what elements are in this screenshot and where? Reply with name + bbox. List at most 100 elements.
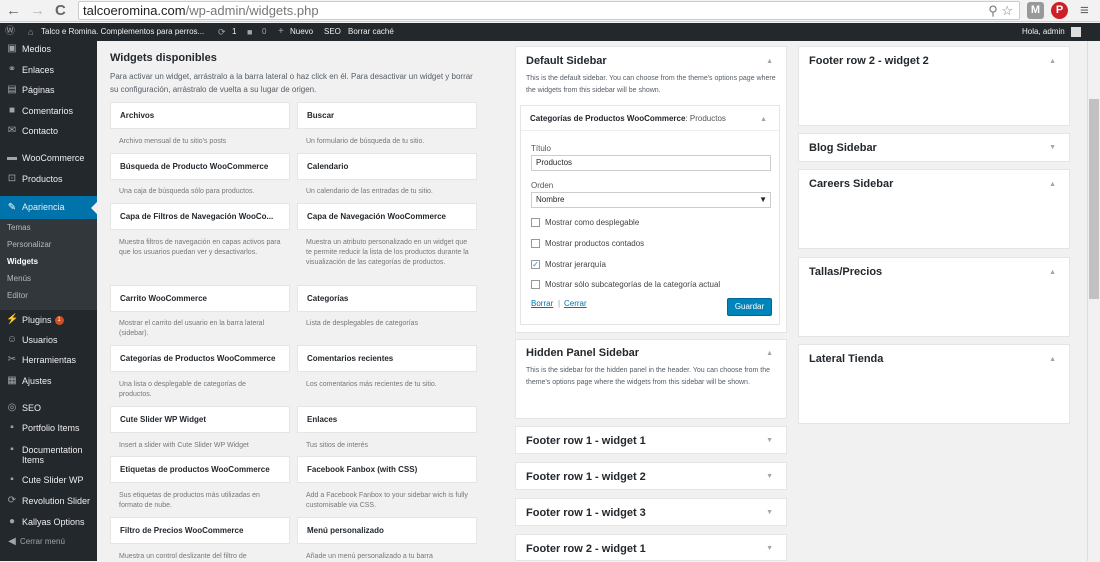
delete-link[interactable]: Borrar	[531, 299, 553, 308]
greeting-link[interactable]: Hola, admin	[1022, 23, 1065, 41]
checkbox-subcategorias[interactable]	[531, 280, 540, 289]
menu-item-comentarios[interactable]: ■ Comentarios	[0, 101, 97, 121]
checkbox-jerarquia[interactable]: ✓	[531, 260, 540, 269]
avatar[interactable]	[1071, 27, 1081, 37]
widget-desc: Una lista o desplegable de categorías de…	[119, 381, 246, 398]
checkbox-contados[interactable]	[531, 239, 540, 248]
menu-item-kallyas[interactable]: ● Kallyas Options	[0, 512, 97, 532]
scrollbar-thumb[interactable]	[1089, 99, 1099, 299]
widget-categorias-productos[interactable]: Categorías de Productos WooCommerce	[110, 345, 290, 372]
widget-busqueda-producto[interactable]: Búsqueda de Producto WooCommerce	[110, 153, 290, 180]
menu-item-paginas[interactable]: ▤ Páginas	[0, 80, 97, 100]
menu-item-enlaces[interactable]: ⚭ Enlaces	[0, 60, 97, 80]
widget-filtro-precios[interactable]: Filtro de Precios WooCommerce	[110, 517, 290, 544]
chevron-down-icon: ▼	[1049, 144, 1056, 151]
back-icon[interactable]: ←	[6, 2, 21, 19]
widget-desc: Insert a slider with Cute Slider WP Widg…	[119, 442, 249, 449]
widget-categorias[interactable]: Categorías	[297, 285, 477, 312]
menu-item-apariencia[interactable]: ✎ Apariencia	[0, 196, 97, 219]
new-link[interactable]: Nuevo	[290, 23, 313, 41]
menu-label: Kallyas Options	[22, 517, 85, 527]
widget-menu-personalizado[interactable]: Menú personalizado	[297, 517, 477, 544]
search-icon[interactable]: ⚲	[988, 3, 998, 18]
menu-label: Apariencia	[22, 202, 65, 212]
order-label: Orden	[531, 181, 554, 190]
menu-item-contacto[interactable]: ✉ Contacto	[0, 121, 97, 141]
sidebar-footer-1-1[interactable]: Footer row 1 - widget 1 ▼	[515, 426, 787, 454]
menu-item-plugins[interactable]: ⚡ Plugins 1	[0, 310, 97, 330]
page-scrollbar[interactable]	[1087, 41, 1100, 561]
forward-icon[interactable]: →	[30, 2, 45, 19]
checkbox-desplegable[interactable]	[531, 218, 540, 227]
sidebar-blog[interactable]: Blog Sidebar ▼	[798, 133, 1070, 162]
order-select[interactable]: Nombre ▼	[531, 192, 771, 208]
widget-enlaces[interactable]: Enlaces	[297, 406, 477, 433]
star-icon[interactable]: ☆	[1001, 3, 1013, 18]
submenu-personalizar[interactable]: Personalizar	[7, 239, 51, 251]
sidebar-title[interactable]: Footer row 2 - widget 2	[809, 55, 929, 67]
comments-count[interactable]: 0	[262, 23, 266, 41]
chevron-up-icon[interactable]: ▲	[1049, 181, 1056, 188]
sidebar-title[interactable]: Careers Sidebar	[809, 178, 893, 190]
widget-carrito[interactable]: Carrito WooCommerce	[110, 285, 290, 312]
pinterest-icon[interactable]: P	[1051, 2, 1068, 19]
chevron-up-icon[interactable]: ▲	[1049, 58, 1056, 65]
menu-item-cute-slider[interactable]: ▪ Cute Slider WP	[0, 470, 97, 490]
widget-etiquetas-productos[interactable]: Etiquetas de productos WooCommerce	[110, 456, 290, 483]
sidebar-footer-1-2[interactable]: Footer row 1 - widget 2 ▼	[515, 462, 787, 490]
widget-comentarios-recientes[interactable]: Comentarios recientes	[297, 345, 477, 372]
reload-icon[interactable]: C	[55, 2, 66, 19]
comments-icon: ■	[8, 105, 16, 116]
seo-link[interactable]: SEO	[324, 23, 341, 41]
chevron-up-icon[interactable]: ▲	[766, 58, 773, 65]
menu-item-seo[interactable]: ◎ SEO	[0, 398, 97, 418]
menu-item-documentation[interactable]: ▪ Documentation Items	[0, 441, 97, 469]
save-button[interactable]: Guardar	[727, 298, 772, 316]
sidebar-title[interactable]: Hidden Panel Sidebar	[526, 347, 639, 359]
menu-label: Cute Slider WP	[22, 475, 84, 485]
widget-desc: Lista de desplegables de categorías	[306, 320, 419, 327]
widget-archivos[interactable]: Archivos	[110, 102, 290, 129]
menu-label: Cerrar menú	[20, 537, 65, 546]
widget-facebook-fanbox[interactable]: Facebook Fanbox (with CSS)	[297, 456, 477, 483]
updates-count[interactable]: 1	[232, 23, 236, 41]
address-bar[interactable]: talcoeromina.com/wp-admin/widgets.php ⚲ …	[78, 1, 1020, 20]
sidebar-title[interactable]: Lateral Tienda	[809, 353, 883, 365]
extension-m-icon[interactable]: M	[1027, 2, 1044, 19]
sidebar-title[interactable]: Default Sidebar	[526, 55, 607, 67]
submenu-menus[interactable]: Menús	[7, 273, 31, 285]
widget-desc: Muestra un atributo personalizado en un …	[306, 239, 469, 266]
menu-item-herramientas[interactable]: ✂ Herramientas	[0, 350, 97, 370]
menu-item-productos[interactable]: ⊡ Productos	[0, 169, 97, 189]
menu-label: Plugins	[22, 315, 52, 325]
menu-item-ajustes[interactable]: ▦ Ajustes	[0, 371, 97, 391]
widget-capa-filtros[interactable]: Capa de Filtros de Navegación WooCo...	[110, 203, 290, 230]
chevron-up-icon[interactable]: ▲	[766, 350, 773, 357]
sidebar-title[interactable]: Tallas/Precios	[809, 266, 882, 278]
browser-menu-icon[interactable]: ≡	[1080, 2, 1089, 19]
chevron-up-icon[interactable]: ▲	[1049, 356, 1056, 363]
close-link[interactable]: Cerrar	[564, 299, 587, 308]
chevron-up-icon[interactable]: ▲	[1049, 269, 1056, 276]
sidebar-footer-1-3[interactable]: Footer row 1 - widget 3 ▼	[515, 498, 787, 526]
menu-item-medios[interactable]: ▣ Medios	[0, 39, 97, 59]
sidebar-footer-2-1[interactable]: Footer row 2 - widget 1 ▼	[515, 534, 787, 561]
menu-item-woocommerce[interactable]: ▬ WooCommerce	[0, 148, 97, 168]
menu-item-usuarios[interactable]: ☺ Usuarios	[0, 330, 97, 350]
widget-buscar[interactable]: Buscar	[297, 102, 477, 129]
sidebar-lateral-tienda: Lateral Tienda ▲	[798, 344, 1070, 424]
submenu-editor[interactable]: Editor	[7, 290, 28, 302]
submenu-temas[interactable]: Temas	[7, 222, 31, 234]
available-widgets-title: Widgets disponibles	[110, 52, 217, 64]
menu-item-revolution[interactable]: ⟳ Revolution Slider	[0, 491, 97, 511]
title-input[interactable]: Productos	[531, 155, 771, 171]
menu-item-portfolio[interactable]: ▪ Portfolio Items	[0, 418, 97, 438]
widget-calendario[interactable]: Calendario	[297, 153, 477, 180]
widget-header[interactable]: Categorías de Productos WooCommerce: Pro…	[521, 106, 779, 131]
widget-capa-navegacion[interactable]: Capa de Navegación WooCommerce	[297, 203, 477, 230]
clear-cache-link[interactable]: Borrar caché	[348, 23, 394, 41]
submenu-widgets[interactable]: Widgets	[7, 256, 38, 268]
collapse-menu[interactable]: ◀ Cerrar menú	[0, 532, 97, 552]
widget-cute-slider[interactable]: Cute Slider WP Widget	[110, 406, 290, 433]
chevron-up-icon[interactable]: ▲	[760, 116, 767, 123]
